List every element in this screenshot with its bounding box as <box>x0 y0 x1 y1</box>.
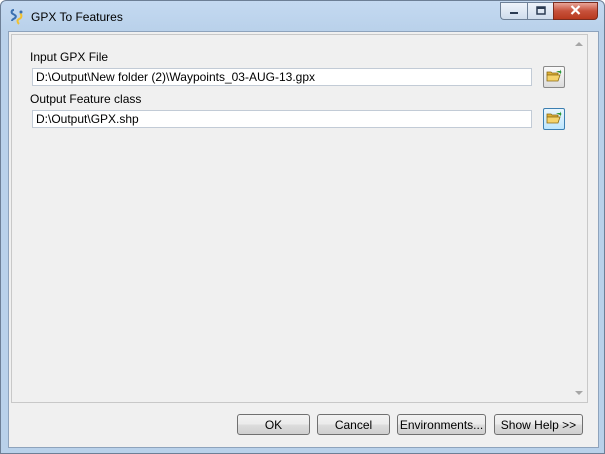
caption-buttons <box>500 2 598 22</box>
maximize-button[interactable] <box>527 2 553 20</box>
input-gpx-label: Input GPX File <box>30 50 109 64</box>
python-script-icon <box>9 9 25 25</box>
maximize-icon <box>535 4 546 18</box>
open-folder-icon <box>546 69 562 86</box>
ok-button[interactable]: OK <box>237 414 310 435</box>
cancel-button[interactable]: Cancel <box>317 414 390 435</box>
scroll-down-icon[interactable] <box>575 391 583 395</box>
open-folder-icon <box>546 111 562 128</box>
close-button[interactable] <box>553 2 598 20</box>
window-title: GPX To Features <box>31 10 123 24</box>
minimize-button[interactable] <box>500 2 527 20</box>
vertical-scrollbar[interactable] <box>571 35 587 402</box>
title-bar[interactable]: GPX To Features <box>1 1 604 31</box>
input-gpx-field[interactable] <box>32 68 532 86</box>
show-help-button[interactable]: Show Help >> <box>494 414 583 435</box>
input-gpx-browse-button[interactable] <box>543 66 565 88</box>
environments-button[interactable]: Environments... <box>397 414 486 435</box>
dialog-window: GPX To Features Input GPX File D:\Output… <box>0 0 605 454</box>
scroll-up-icon[interactable] <box>575 42 583 46</box>
output-fc-field[interactable] <box>32 110 532 128</box>
close-icon <box>570 4 581 18</box>
output-fc-browse-button[interactable] <box>543 108 565 130</box>
parameters-panel: Input GPX File Output Feature class <box>11 34 588 403</box>
dialog-body: Input GPX File Output Feature class <box>8 31 599 448</box>
output-fc-label: Output Feature class <box>30 92 142 106</box>
minimize-icon <box>509 4 519 18</box>
